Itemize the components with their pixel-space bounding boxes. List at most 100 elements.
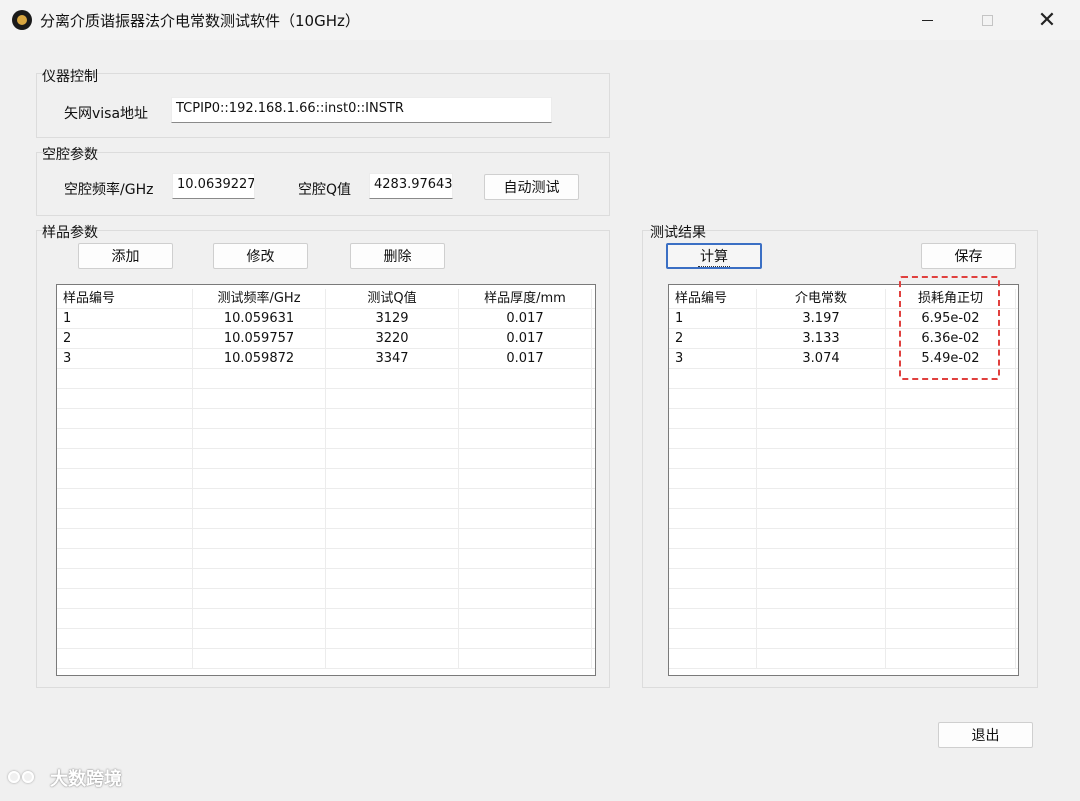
table-row[interactable] (669, 649, 1018, 669)
result-empty-cell (886, 509, 1016, 529)
sample-cell: 3129 (326, 309, 459, 329)
result-empty-cell (669, 549, 757, 569)
table-row[interactable] (669, 429, 1018, 449)
result-empty-cell (669, 389, 757, 409)
sample-empty-cell (57, 629, 193, 649)
table-row[interactable] (669, 569, 1018, 589)
table-row[interactable] (57, 529, 595, 549)
result-empty-cell (669, 489, 757, 509)
result-empty-cell (757, 429, 886, 449)
sample-cell: 10.059872 (193, 349, 326, 369)
table-row[interactable] (669, 529, 1018, 549)
result-empty-cell (886, 549, 1016, 569)
sample-empty-cell (459, 529, 592, 549)
result-empty-cell (886, 569, 1016, 589)
sample-empty-cell (459, 609, 592, 629)
sample-empty-cell (193, 369, 326, 389)
delete-button[interactable]: 删除 (350, 243, 445, 269)
sample-cell: 0.017 (459, 309, 592, 329)
sample-cell: 10.059631 (193, 309, 326, 329)
watermark-text: 大数跨境 (50, 769, 122, 790)
table-row[interactable] (57, 369, 595, 389)
table-row[interactable]: 1 10.059631 3129 0.017 (57, 309, 595, 329)
save-button[interactable]: 保存 (921, 243, 1016, 269)
sample-cell: 10.059757 (193, 329, 326, 349)
result-empty-cell (757, 389, 886, 409)
sample-empty-cell (459, 549, 592, 569)
table-row[interactable] (57, 509, 595, 529)
sample-empty-cell (57, 529, 193, 549)
table-row[interactable] (669, 389, 1018, 409)
table-row[interactable] (669, 489, 1018, 509)
sample-empty-cell (326, 569, 459, 589)
sample-cell: 0.017 (459, 329, 592, 349)
edit-button[interactable]: 修改 (213, 243, 308, 269)
table-row[interactable] (57, 389, 595, 409)
cavity-freq-input[interactable]: 10.0639227 (172, 173, 255, 199)
result-empty-cell (886, 409, 1016, 429)
close-button[interactable]: ✕ (1024, 6, 1070, 34)
result-empty-cell (669, 589, 757, 609)
table-row[interactable] (57, 469, 595, 489)
table-row[interactable] (57, 649, 595, 669)
minimize-button[interactable] (904, 6, 950, 34)
table-row[interactable] (57, 569, 595, 589)
sample-header-cell: 样品编号 (57, 289, 193, 309)
result-cell: 3.074 (757, 349, 886, 369)
table-row[interactable] (57, 409, 595, 429)
result-empty-cell (757, 409, 886, 429)
table-row[interactable] (669, 449, 1018, 469)
sample-empty-cell (326, 529, 459, 549)
sample-empty-cell (326, 469, 459, 489)
sample-empty-cell (57, 449, 193, 469)
table-row[interactable]: 3 10.059872 3347 0.017 (57, 349, 595, 369)
result-cell: 3.197 (757, 309, 886, 329)
result-empty-cell (757, 569, 886, 589)
sample-empty-cell (193, 549, 326, 569)
table-row[interactable] (57, 429, 595, 449)
result-empty-cell (757, 629, 886, 649)
sample-cell: 2 (57, 329, 193, 349)
table-row[interactable] (669, 609, 1018, 629)
result-empty-cell (669, 369, 757, 389)
table-row[interactable] (57, 489, 595, 509)
sample-group-label: 样品参数 (42, 225, 98, 241)
result-empty-cell (757, 509, 886, 529)
calculate-button[interactable]: 计算 (666, 243, 762, 269)
visa-address-input[interactable]: TCPIP0::192.168.1.66::inst0::INSTR (171, 97, 552, 123)
result-empty-cell (757, 549, 886, 569)
auto-test-button[interactable]: 自动测试 (484, 174, 579, 200)
app-icon (12, 10, 32, 30)
table-row[interactable] (669, 549, 1018, 569)
table-row[interactable] (669, 409, 1018, 429)
sample-table[interactable]: 样品编号 测试频率/GHz 测试Q值 样品厚度/mm 1 10.059631 3129 0.0… (56, 284, 596, 676)
sample-empty-cell (57, 549, 193, 569)
cavity-q-input[interactable]: 4283.976439 (369, 173, 453, 199)
sample-empty-cell (57, 409, 193, 429)
result-empty-cell (886, 449, 1016, 469)
instrument-group-label: 仪器控制 (42, 69, 98, 85)
table-row[interactable] (57, 629, 595, 649)
table-row[interactable] (57, 589, 595, 609)
sample-empty-cell (193, 529, 326, 549)
result-empty-cell (757, 589, 886, 609)
exit-button[interactable]: 退出 (938, 722, 1033, 748)
table-row[interactable] (669, 509, 1018, 529)
sample-empty-cell (326, 449, 459, 469)
table-row[interactable] (57, 449, 595, 469)
table-row[interactable] (669, 469, 1018, 489)
watermark-logo-icon (6, 765, 44, 791)
table-row[interactable] (669, 629, 1018, 649)
table-row[interactable]: 2 10.059757 3220 0.017 (57, 329, 595, 349)
maximize-button[interactable] (964, 6, 1010, 34)
sample-empty-cell (459, 469, 592, 489)
table-row[interactable] (669, 589, 1018, 609)
result-cell: 1 (669, 309, 757, 329)
sample-empty-cell (57, 649, 193, 669)
add-button[interactable]: 添加 (78, 243, 173, 269)
sample-empty-cell (57, 489, 193, 509)
sample-empty-cell (57, 469, 193, 489)
table-row[interactable] (57, 549, 595, 569)
table-row[interactable] (57, 609, 595, 629)
sample-empty-cell (193, 649, 326, 669)
